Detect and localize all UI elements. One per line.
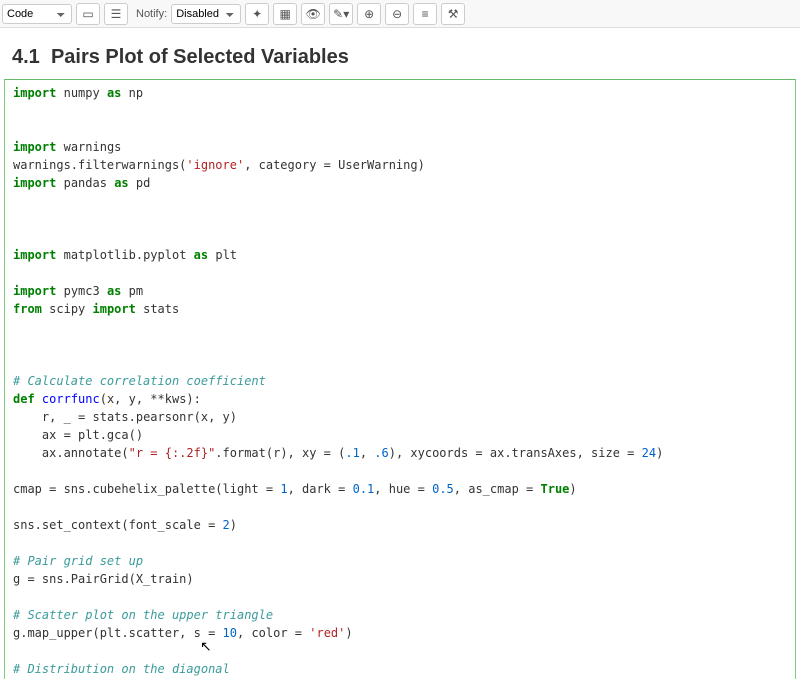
toolbar: Code ▭ ☰ Notify: Disabled ✦ ▦ 👁 ✎▾ ⊕ ⊖ ≡… [0, 0, 800, 28]
list-icon[interactable]: ☰ [104, 3, 128, 25]
wand-icon[interactable]: ✎▾ [329, 3, 353, 25]
cell-toolbar-icon[interactable]: ▭ [76, 3, 100, 25]
tool-icon[interactable]: ⚒ [441, 3, 465, 25]
code-editor[interactable]: import numpy as np import warnings warni… [5, 80, 795, 679]
notify-select[interactable]: Disabled [171, 4, 241, 24]
notebook-body: 4.1 Pairs Plot of Selected Variables imp… [0, 28, 800, 679]
heading-cell[interactable]: 4.1 Pairs Plot of Selected Variables [4, 36, 796, 79]
eye-icon[interactable]: 👁 [301, 3, 325, 25]
cell-type-select[interactable]: Code [2, 4, 72, 24]
notify-label: Notify: [136, 8, 167, 20]
code-cell[interactable]: import numpy as np import warnings warni… [4, 79, 796, 679]
menu-icon[interactable]: ≡ [413, 3, 437, 25]
section-heading: 4.1 Pairs Plot of Selected Variables [12, 46, 788, 69]
grid-icon[interactable]: ▦ [273, 3, 297, 25]
sparkle-icon[interactable]: ✦ [245, 3, 269, 25]
zoom-in-icon[interactable]: ⊕ [357, 3, 381, 25]
zoom-out-icon[interactable]: ⊖ [385, 3, 409, 25]
